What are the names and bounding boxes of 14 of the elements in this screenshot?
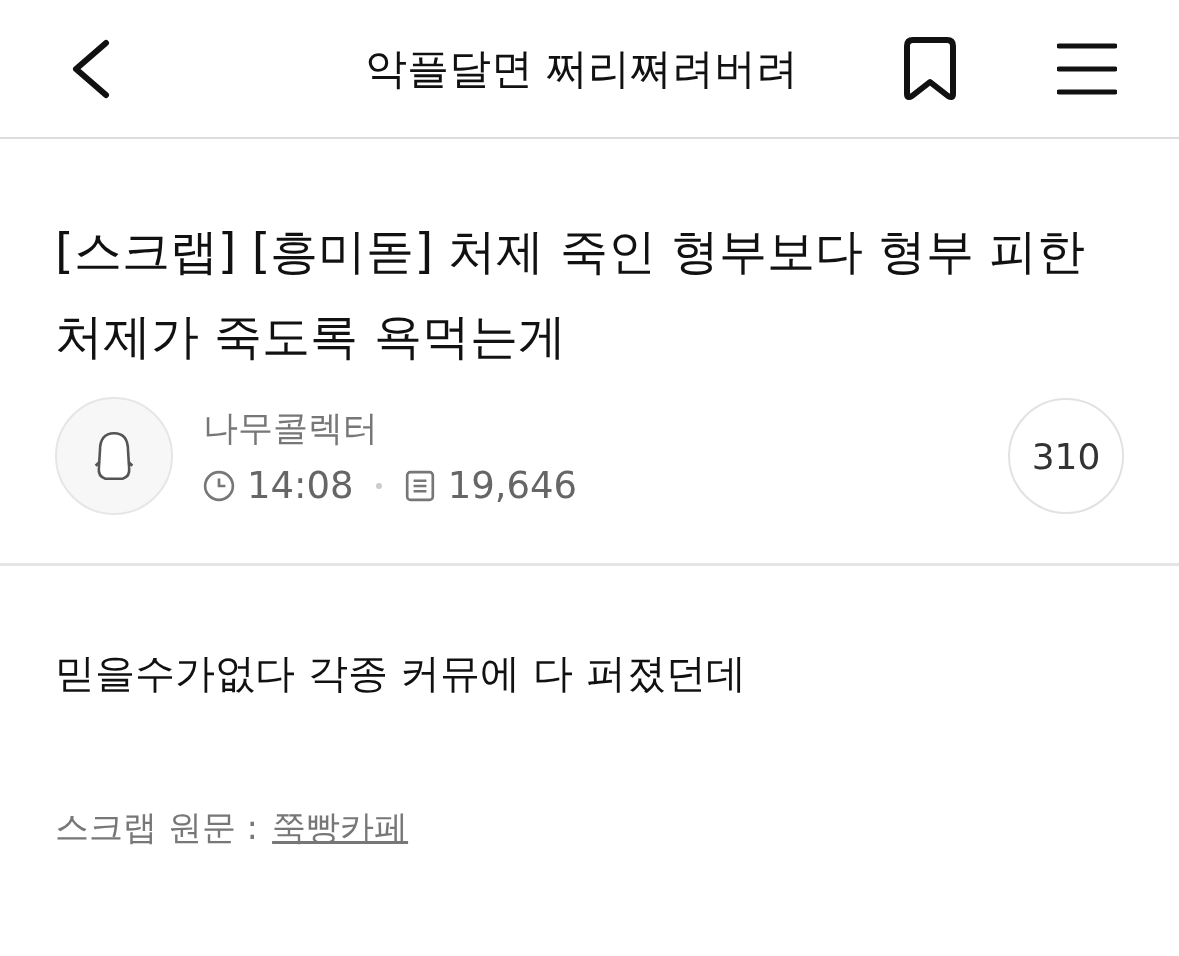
bookmark-icon[interactable] [901, 35, 959, 102]
author-name[interactable]: 나무콜렉터 [203, 405, 578, 452]
view-count: 19,646 [447, 464, 578, 507]
post-time: 14:08 [247, 464, 354, 507]
clock-icon [203, 469, 235, 502]
post-body: 믿을수가없다 각종 커뮤에 다 퍼졌던데 [55, 649, 747, 698]
separator-dot [375, 482, 382, 489]
source-label: 스크랩 원문 : [55, 806, 259, 849]
comment-count-button[interactable]: 310 [1008, 398, 1124, 514]
menu-icon[interactable] [1057, 41, 1117, 96]
board-title: 악플달면 쩌리쪄려버려 [365, 42, 799, 95]
source-link[interactable]: 쭉빵카페 [272, 805, 409, 851]
post-title: [스크랩] [흥미돋] 처제 죽인 형부보다 형부 피한 처제가 죽도록 욕먹는게 [55, 222, 1087, 366]
document-icon [403, 469, 436, 502]
